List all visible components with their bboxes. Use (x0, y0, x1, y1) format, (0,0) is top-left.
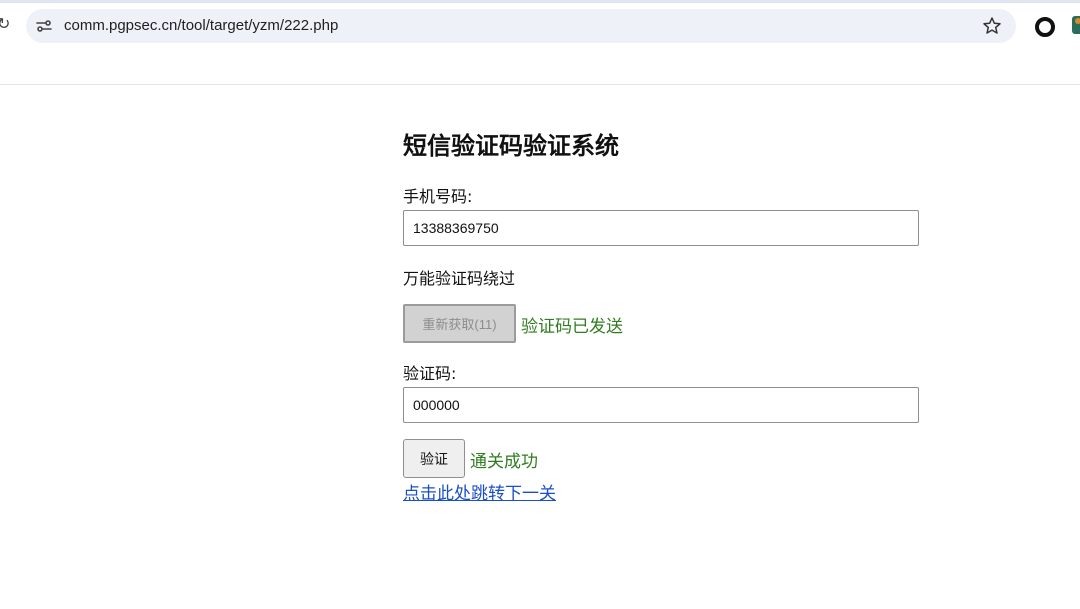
reload-icon[interactable]: ↻ (0, 14, 10, 33)
resend-code-button[interactable]: 重新获取(11) (403, 304, 516, 343)
verify-button[interactable]: 验证 (403, 439, 465, 478)
bookmark-star-icon[interactable] (982, 16, 1002, 36)
extension-icon[interactable] (1035, 17, 1055, 37)
verify-success-status: 通关成功 (470, 452, 538, 472)
next-level-link[interactable]: 点击此处跳转下一关 (403, 479, 556, 504)
code-sent-status: 验证码已发送 (521, 317, 623, 337)
site-info-icon[interactable] (36, 18, 52, 34)
phone-label: 手机号码: (403, 187, 473, 206)
phone-input[interactable] (403, 210, 919, 246)
browser-toolbar: ↻ comm.pgpsec.cn/tool/target/yzm/222.php (0, 0, 1080, 85)
code-input[interactable] (403, 387, 919, 423)
profile-avatar-icon[interactable] (1072, 16, 1080, 34)
page-title: 短信验证码验证系统 (403, 132, 619, 160)
url-text[interactable]: comm.pgpsec.cn/tool/target/yzm/222.php (64, 17, 338, 34)
bypass-label: 万能验证码绕过 (403, 269, 516, 288)
address-bar[interactable]: comm.pgpsec.cn/tool/target/yzm/222.php (26, 9, 1016, 43)
tab-strip-edge (0, 0, 1080, 3)
code-label: 验证码: (403, 364, 457, 383)
